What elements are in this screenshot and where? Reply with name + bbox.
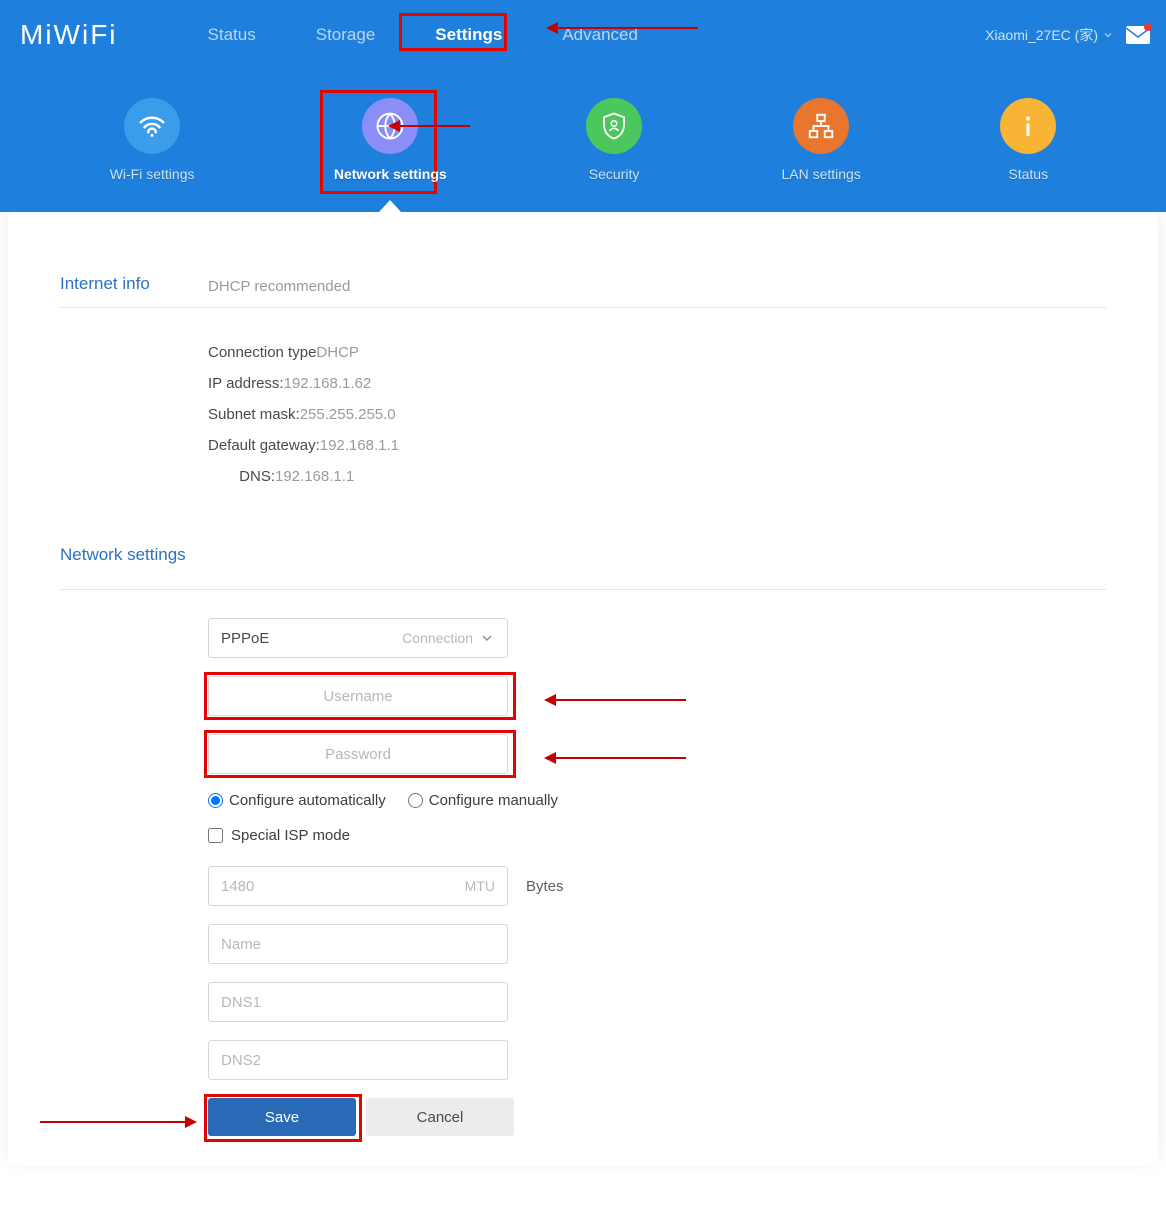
special-isp-input[interactable] xyxy=(208,828,223,843)
dns2-input[interactable] xyxy=(221,1052,495,1069)
subnav-status[interactable]: Status xyxy=(1000,98,1056,182)
configure-manual-radio[interactable]: Configure manually xyxy=(408,792,558,809)
subnav-network-settings[interactable]: Network settings xyxy=(334,98,447,182)
connection-type-value: PPPoE xyxy=(221,630,269,647)
subnav-lan-settings[interactable]: LAN settings xyxy=(781,98,860,182)
device-dropdown[interactable]: Xiaomi_27EC (家) xyxy=(985,25,1114,45)
internet-info-title: Internet info xyxy=(60,274,208,295)
value-subnet: 255.255.255.0 xyxy=(300,406,396,423)
connection-type-select[interactable]: PPPoE Connection xyxy=(208,618,508,658)
label-dns: DNS: xyxy=(208,468,275,485)
topnav-settings[interactable]: Settings xyxy=(405,17,532,53)
value-ip: 192.168.1.62 xyxy=(284,375,372,392)
mtu-unit: Bytes xyxy=(526,878,564,895)
mtu-input[interactable] xyxy=(221,878,457,895)
topnav-status[interactable]: Status xyxy=(178,17,286,53)
value-gateway: 192.168.1.1 xyxy=(320,437,399,454)
save-button[interactable]: Save xyxy=(208,1098,356,1136)
network-settings-title: Network settings xyxy=(60,545,208,577)
subnav-security[interactable]: Security xyxy=(586,98,642,182)
subnav-label: Network settings xyxy=(334,166,447,182)
connection-type-suffix: Connection xyxy=(394,630,473,646)
logo: MiWiFi xyxy=(20,19,118,51)
internet-info-list: Connection typeDHCP IP address:192.168.1… xyxy=(208,344,1106,485)
internet-info-subtitle: DHCP recommended xyxy=(208,274,350,295)
radio-label-manual: Configure manually xyxy=(429,792,558,809)
value-conn-type: DHCP xyxy=(316,344,359,361)
value-dns: 192.168.1.1 xyxy=(275,468,354,485)
dns1-input[interactable] xyxy=(221,994,495,1011)
password-input[interactable] xyxy=(221,746,495,763)
subnav-label: Security xyxy=(589,166,640,182)
subnav-label: LAN settings xyxy=(781,166,860,182)
chevron-down-icon xyxy=(1102,29,1114,41)
subnav-label: Status xyxy=(1008,166,1048,182)
topnav-advanced[interactable]: Advanced xyxy=(532,17,668,53)
special-isp-checkbox[interactable]: Special ISP mode xyxy=(208,827,1106,844)
topnav-storage[interactable]: Storage xyxy=(286,17,406,53)
label-subnet: Subnet mask: xyxy=(208,406,300,423)
info-icon xyxy=(1000,98,1056,154)
label-gateway: Default gateway: xyxy=(208,437,320,454)
chevron-down-icon xyxy=(479,630,495,646)
radio-input-auto[interactable] xyxy=(208,793,223,808)
wifi-icon xyxy=(124,98,180,154)
notification-dot-icon xyxy=(1144,23,1152,31)
special-isp-label: Special ISP mode xyxy=(231,827,350,844)
username-input[interactable] xyxy=(221,688,495,705)
shield-icon xyxy=(586,98,642,154)
name-input[interactable] xyxy=(221,936,495,953)
radio-input-manual[interactable] xyxy=(408,793,423,808)
globe-icon xyxy=(362,98,418,154)
settings-subnav: Wi-Fi settings Network settings Security… xyxy=(0,70,1166,212)
subnav-label: Wi-Fi settings xyxy=(110,166,195,182)
device-name-text: Xiaomi_27EC (家) xyxy=(985,25,1098,45)
label-conn-type: Connection type xyxy=(208,344,316,361)
label-ip: IP address: xyxy=(208,375,284,392)
cancel-button[interactable]: Cancel xyxy=(366,1098,514,1136)
lan-icon xyxy=(793,98,849,154)
top-nav: Status Storage Settings Advanced xyxy=(178,17,986,53)
subnav-wifi-settings[interactable]: Wi-Fi settings xyxy=(110,98,195,182)
radio-label-auto: Configure automatically xyxy=(229,792,386,809)
mtu-suffix: MTU xyxy=(457,878,495,894)
mail-button[interactable] xyxy=(1126,26,1150,44)
configure-auto-radio[interactable]: Configure automatically xyxy=(208,792,386,809)
